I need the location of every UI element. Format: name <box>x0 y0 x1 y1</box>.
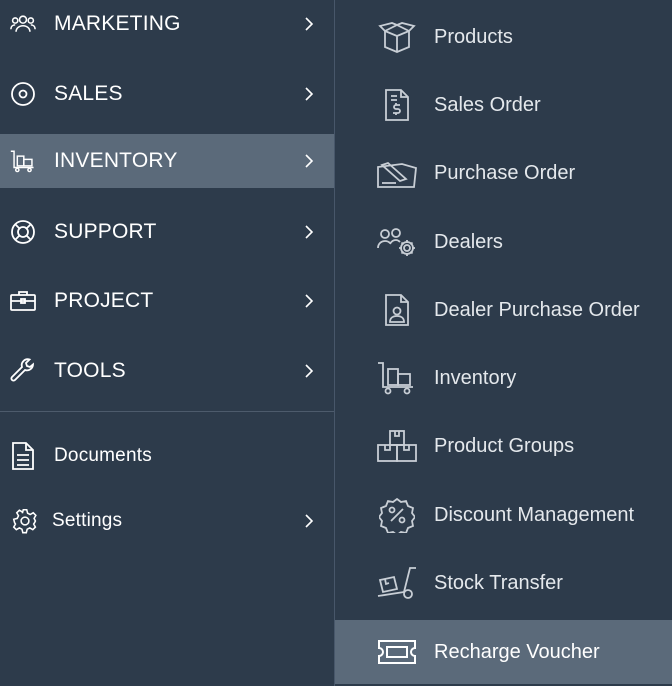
submenu-item-stock-transfer[interactable]: Stock Transfer <box>335 551 672 615</box>
menu-item-label: PROJECT <box>54 289 154 312</box>
inventory-submenu: Products Sales Order Purchase Order Deal… <box>335 0 672 686</box>
briefcase-icon <box>10 288 36 314</box>
chevron-right-icon <box>302 222 316 242</box>
stacked-boxes-icon <box>375 424 419 468</box>
menu-item-label: TOOLS <box>54 359 126 382</box>
submenu-item-label: Dealer Purchase Order <box>434 298 640 321</box>
submenu-item-recharge-voucher[interactable]: Recharge Voucher <box>335 620 672 684</box>
ticket-icon <box>375 630 419 674</box>
dollar-document-icon <box>375 83 419 127</box>
people-group-icon <box>10 11 36 37</box>
chevron-right-icon <box>302 14 316 34</box>
submenu-item-dealer-purchase-order[interactable]: Dealer Purchase Order <box>335 278 672 342</box>
chevron-right-icon <box>302 291 316 311</box>
submenu-item-label: Sales Order <box>434 93 541 116</box>
people-gear-icon <box>375 220 419 264</box>
chevron-right-icon <box>302 84 316 104</box>
menu-divider <box>0 411 334 412</box>
submenu-item-sales-order[interactable]: Sales Order <box>335 73 672 137</box>
submenu-item-label: Recharge Voucher <box>434 640 600 663</box>
menu-item-tools[interactable]: TOOLS <box>0 344 334 398</box>
menu-item-documents[interactable]: Documents <box>0 429 334 483</box>
menu-item-inventory[interactable]: INVENTORY <box>0 134 334 188</box>
menu-item-sales[interactable]: SALES <box>0 67 334 121</box>
chevron-right-icon <box>302 511 316 531</box>
submenu-item-product-groups[interactable]: Product Groups <box>335 414 672 478</box>
wrench-icon <box>10 358 36 384</box>
gear-icon <box>12 508 38 534</box>
menu-item-label: INVENTORY <box>54 149 178 172</box>
submenu-item-products[interactable]: Products <box>335 5 672 69</box>
chevron-right-icon <box>302 361 316 381</box>
submenu-item-label: Product Groups <box>434 434 575 457</box>
menu-item-label: MARKETING <box>54 12 181 35</box>
cart-boxes-icon <box>10 148 36 174</box>
document-icon <box>10 442 36 470</box>
submenu-item-label: Dealers <box>434 230 503 253</box>
submenu-item-label: Products <box>434 25 513 48</box>
cart-boxes-icon <box>375 356 419 400</box>
target-icon <box>10 81 36 107</box>
menu-item-settings[interactable]: Settings <box>0 494 334 548</box>
submenu-item-label: Stock Transfer <box>434 571 563 594</box>
submenu-item-purchase-order[interactable]: Purchase Order <box>335 141 672 205</box>
menu-item-support[interactable]: SUPPORT <box>0 205 334 259</box>
menu-item-project[interactable]: PROJECT <box>0 274 334 328</box>
submenu-item-label: Discount Management <box>434 503 635 526</box>
hand-truck-icon <box>375 561 419 605</box>
menu-item-label: SALES <box>54 82 123 105</box>
submenu-item-label: Purchase Order <box>434 161 576 184</box>
menu-item-label: Settings <box>52 510 123 531</box>
submenu-item-dealers[interactable]: Dealers <box>335 210 672 274</box>
menu-item-label: Documents <box>54 445 152 466</box>
app-root: MARKETING SALES INVENTORY SUPPORT PROJEC… <box>0 0 672 686</box>
person-document-icon <box>375 288 419 332</box>
menu-item-label: SUPPORT <box>54 220 157 243</box>
submenu-item-label: Inventory <box>434 366 517 389</box>
submenu-item-discount-management[interactable]: Discount Management <box>335 483 672 547</box>
main-menu: MARKETING SALES INVENTORY SUPPORT PROJEC… <box>0 0 334 686</box>
submenu-item-inventory[interactable]: Inventory <box>335 346 672 410</box>
chevron-right-icon <box>302 151 316 171</box>
lifebuoy-icon <box>10 219 36 245</box>
menu-item-marketing[interactable]: MARKETING <box>0 0 334 51</box>
percent-badge-icon <box>375 493 419 537</box>
signed-document-icon <box>375 151 419 195</box>
open-box-icon <box>375 15 419 59</box>
